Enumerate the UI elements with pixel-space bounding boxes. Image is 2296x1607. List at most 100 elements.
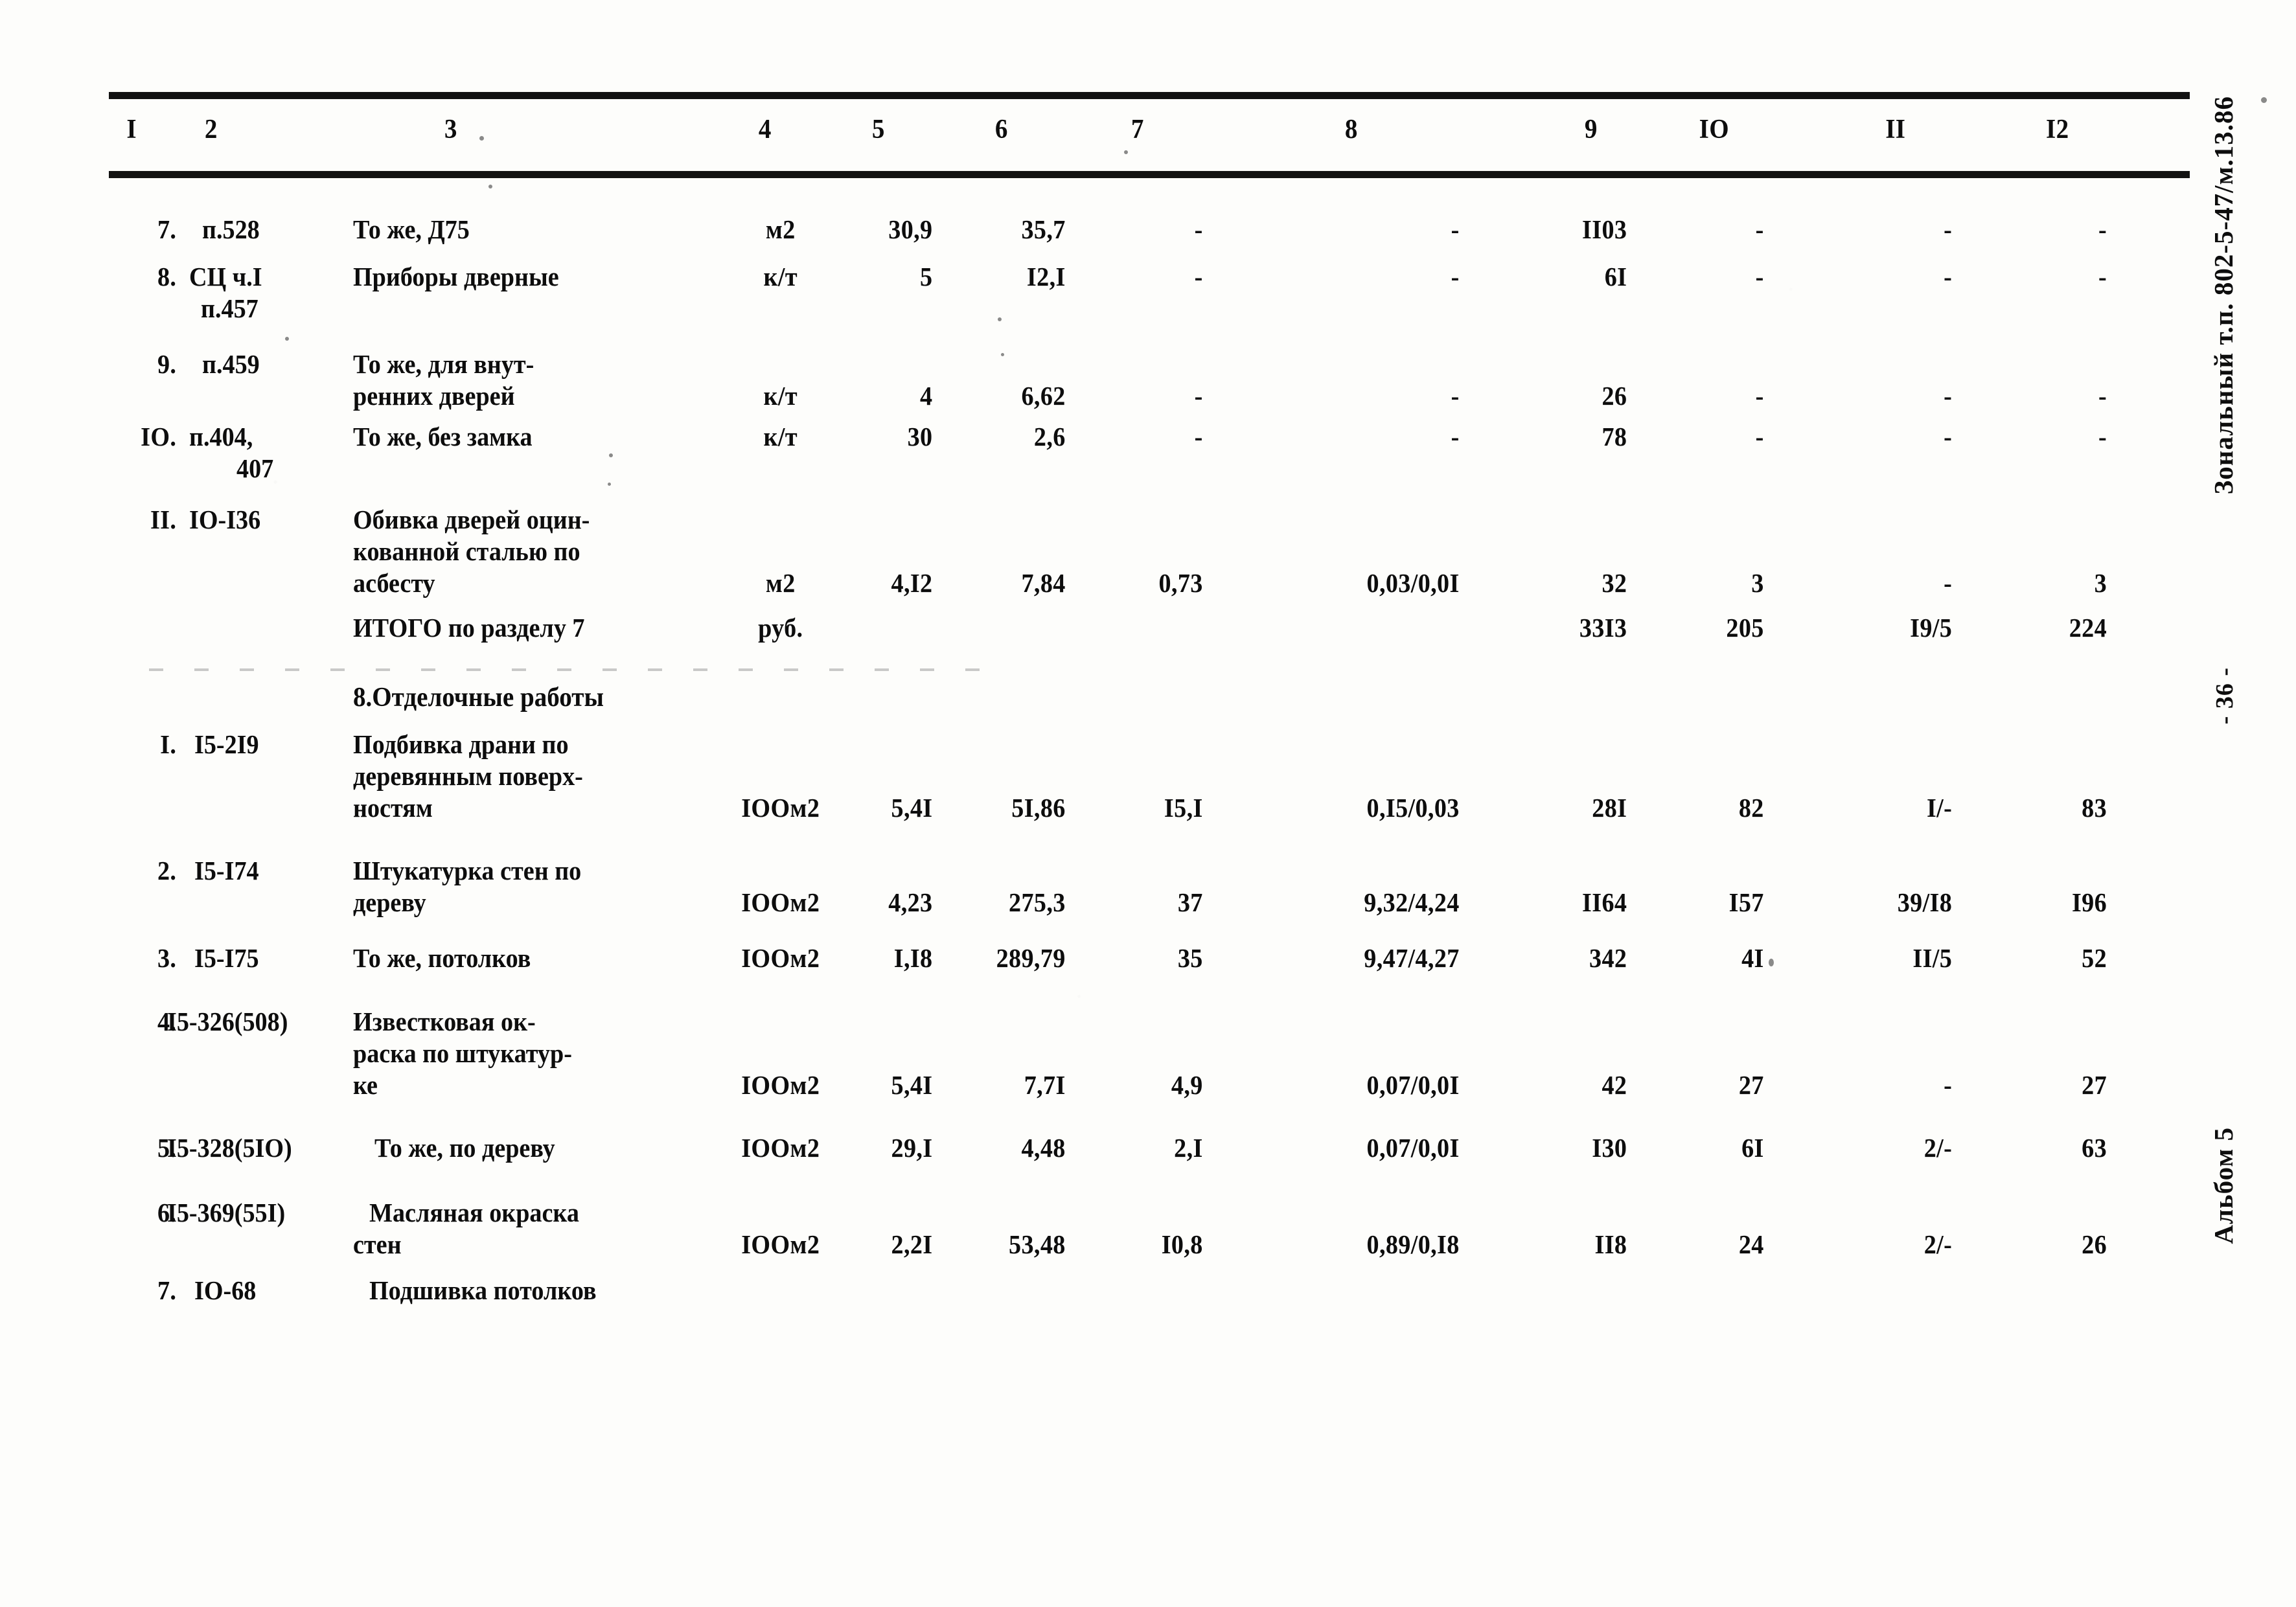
row-col5: I,I8 xyxy=(893,943,933,973)
row-col10: 82 xyxy=(1738,793,1764,823)
row-number: II. xyxy=(150,505,177,534)
row-unit: к/т xyxy=(763,262,798,291)
row-col7: 37 xyxy=(1177,887,1203,917)
row-code: СЦ ч.I xyxy=(189,262,262,291)
row-col8: - xyxy=(1451,214,1460,244)
row-code: I5-326(508) xyxy=(167,1007,288,1036)
row-code: I5-369(55I) xyxy=(167,1198,286,1227)
row-col10: 27 xyxy=(1738,1070,1764,1100)
row-code: I5-2I9 xyxy=(194,729,259,759)
row-col11: 2/- xyxy=(1923,1133,1953,1163)
scan-speck xyxy=(608,483,611,486)
row-number: 4. xyxy=(157,1007,177,1036)
column-header-3: 3 xyxy=(444,115,457,144)
column-header-1: I xyxy=(126,115,137,144)
row-col8: 9,47/4,27 xyxy=(1364,943,1460,973)
total-col11: I9/5 xyxy=(1910,613,1953,643)
column-header-11: II xyxy=(1885,115,1906,144)
row-description-line: ностям xyxy=(353,793,433,823)
row-col10: - xyxy=(1755,381,1764,411)
row-number: IO. xyxy=(141,422,177,451)
row-col5: 5,4I xyxy=(891,1070,933,1100)
row-col11: - xyxy=(1944,381,1953,411)
row-col5: 4 xyxy=(920,381,933,411)
row-col7: - xyxy=(1194,381,1203,411)
row-col11: - xyxy=(1944,1070,1953,1100)
row-unit: IOOм2 xyxy=(741,887,820,917)
row-description-line: кованной сталью по xyxy=(353,536,580,566)
row-number: 2. xyxy=(157,856,177,885)
row-col6: 289,79 xyxy=(996,943,1066,973)
row-code-cont: 407 xyxy=(236,453,274,483)
row-col11: II/5 xyxy=(1912,943,1953,973)
row-description-line: Обивка дверей оцин- xyxy=(353,505,590,534)
row-col9: II8 xyxy=(1594,1229,1627,1259)
row-col7: 4,9 xyxy=(1171,1070,1203,1100)
row-col10: 3 xyxy=(1751,568,1764,598)
row-unit: м2 xyxy=(765,568,796,598)
total-label: ИТОГО по разделу 7 xyxy=(353,613,585,643)
row-col11: I/- xyxy=(1926,793,1953,823)
row-number: 7. xyxy=(157,214,177,244)
row-col5: 30 xyxy=(907,422,933,451)
row-col10: - xyxy=(1755,262,1764,291)
row-unit: IOOм2 xyxy=(741,1133,820,1163)
row-col9: II03 xyxy=(1582,214,1627,244)
row-code: I5-I74 xyxy=(194,856,259,885)
row-col11: - xyxy=(1944,568,1953,598)
row-description-line: раска по штукатур- xyxy=(353,1038,572,1068)
total-col12: 224 xyxy=(2069,613,2107,643)
row-description-line: стен xyxy=(353,1229,402,1259)
row-col5: 4,23 xyxy=(888,887,933,917)
row-col12: 63 xyxy=(2082,1133,2107,1163)
row-col12: I96 xyxy=(2071,887,2107,917)
scan-speck xyxy=(285,337,289,341)
row-col9: 32 xyxy=(1601,568,1627,598)
row-number: 9. xyxy=(157,349,177,379)
row-col8: 0,I5/0,03 xyxy=(1366,793,1460,823)
row-number: I. xyxy=(160,729,177,759)
row-number: 3. xyxy=(157,943,177,973)
row-col7: I5,I xyxy=(1164,793,1203,823)
scan-speck xyxy=(1124,150,1128,154)
row-col6: 2,6 xyxy=(1033,422,1066,451)
faint-dashed-line xyxy=(149,668,991,671)
row-col12: - xyxy=(2098,214,2107,244)
row-col5: 5 xyxy=(920,262,933,291)
row-description-line: асбесту xyxy=(353,568,435,598)
row-col8: - xyxy=(1451,422,1460,451)
row-description-line: Приборы дверные xyxy=(353,262,559,291)
row-col8: 0,07/0,0I xyxy=(1366,1070,1460,1100)
row-col9: 26 xyxy=(1601,381,1627,411)
row-col9: 342 xyxy=(1589,943,1627,973)
row-col8: - xyxy=(1451,262,1460,291)
scan-speck xyxy=(1001,353,1004,356)
total-col10: 205 xyxy=(1726,613,1764,643)
row-description-line: То же, по дереву xyxy=(374,1133,555,1163)
row-col7: - xyxy=(1194,262,1203,291)
scan-speck xyxy=(2261,97,2267,103)
row-col9: I30 xyxy=(1592,1133,1627,1163)
column-header-9: 9 xyxy=(1584,115,1598,144)
row-unit: IOOм2 xyxy=(741,943,820,973)
row-col6: 5I,86 xyxy=(1011,793,1066,823)
row-col6: 275,3 xyxy=(1009,887,1066,917)
column-header-6: 6 xyxy=(994,115,1008,144)
margin-page-number: - 36 - xyxy=(2211,667,2238,725)
row-col5: 30,9 xyxy=(888,214,933,244)
row-description-line: То же, без замка xyxy=(353,422,533,451)
row-number: 5. xyxy=(157,1133,177,1163)
row-unit: IOOм2 xyxy=(741,793,820,823)
row-code: п.528 xyxy=(202,214,260,244)
scan-speck xyxy=(488,185,492,188)
row-number: 6. xyxy=(157,1198,177,1227)
row-col6: I2,I xyxy=(1026,262,1066,291)
row-col9: 6I xyxy=(1604,262,1627,291)
row-col7: 2,I xyxy=(1174,1133,1203,1163)
row-description-line: ке xyxy=(353,1070,378,1100)
margin-reference-text: Зональный т.п. 802-5-47/м.13.86 xyxy=(2209,96,2238,495)
row-col7: - xyxy=(1194,214,1203,244)
row-number: 8. xyxy=(157,262,177,291)
section-heading: 8.Отделочные работы xyxy=(353,683,604,712)
margin-album-label: Альбом 5 xyxy=(2209,1127,2238,1244)
